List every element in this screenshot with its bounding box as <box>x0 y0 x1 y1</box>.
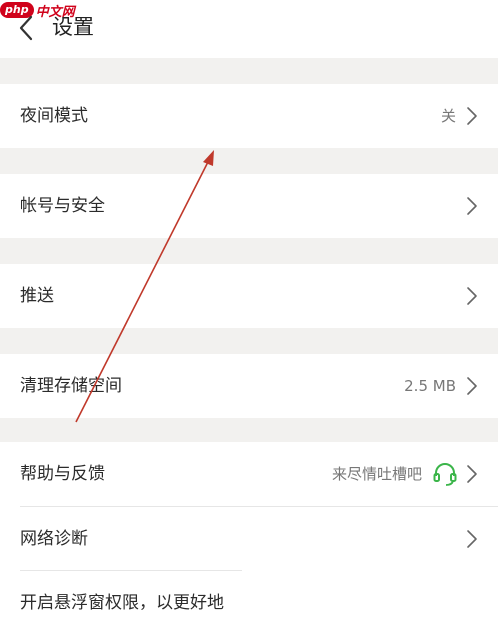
back-button[interactable] <box>16 14 38 42</box>
section-gap <box>0 148 498 174</box>
row-label: 清理存储空间 <box>20 376 122 396</box>
section-gap <box>0 58 498 84</box>
section-gap <box>0 418 498 442</box>
row-label: 帮助与反馈 <box>20 464 105 484</box>
headset-icon <box>433 463 457 486</box>
chevron-right-icon <box>467 465 477 483</box>
row-label: 网络诊断 <box>20 529 88 549</box>
chevron-right-icon <box>467 530 477 548</box>
settings-row-network-diagnosis[interactable]: 网络诊断 <box>0 507 498 571</box>
settings-row-floating-window[interactable]: 开启悬浮窗权限，以更好地 <box>0 571 498 633</box>
row-label: 开启悬浮窗权限，以更好地 <box>20 593 224 613</box>
row-label: 夜间模式 <box>20 106 88 126</box>
settings-row-night-mode[interactable]: 夜间模式 关 <box>0 84 498 148</box>
row-value: 关 <box>440 107 456 125</box>
section-gap <box>0 328 498 354</box>
section-gap <box>0 238 498 264</box>
settings-row-push[interactable]: 推送 <box>0 264 498 328</box>
page-title: 设置 <box>52 15 94 39</box>
chevron-right-icon <box>467 377 477 395</box>
settings-row-clear-storage[interactable]: 清理存储空间 2.5 MB <box>0 354 498 418</box>
row-value: 2.5 MB <box>404 377 456 395</box>
row-value: 来尽情吐槽吧 <box>331 465 422 483</box>
chevron-left-icon <box>19 15 33 41</box>
header: php 中文网 设置 <box>0 0 498 58</box>
settings-row-help-feedback[interactable]: 帮助与反馈 来尽情吐槽吧 <box>0 442 498 506</box>
chevron-right-icon <box>467 287 477 305</box>
settings-row-account-security[interactable]: 帐号与安全 <box>0 174 498 238</box>
chevron-right-icon <box>467 107 477 125</box>
row-label: 帐号与安全 <box>20 196 105 216</box>
chevron-right-icon <box>467 197 477 215</box>
row-label: 推送 <box>20 286 54 306</box>
